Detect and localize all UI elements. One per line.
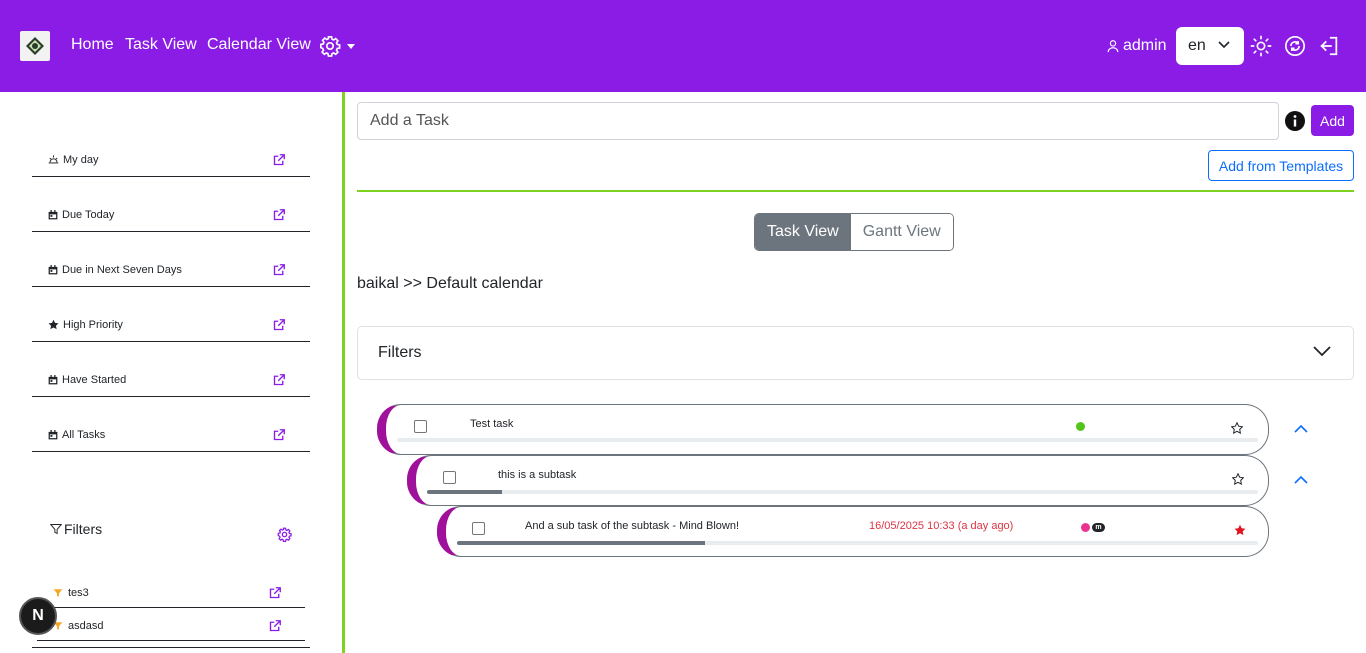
filters-title: Filters <box>64 521 103 537</box>
task-checkbox[interactable] <box>472 522 485 535</box>
nav-calendar-view-link[interactable]: Calendar View <box>207 36 311 54</box>
star-icon <box>48 319 59 330</box>
sidebar-item-label: Due Today <box>62 208 115 221</box>
view-toggle: Task View Gantt View <box>754 213 954 251</box>
task-due-date: 16/05/2025 10:33 (a day ago) <box>869 520 1014 532</box>
chevron-down-icon <box>1218 41 1230 49</box>
sidebar-item-label: My day <box>63 153 99 166</box>
gear-icon[interactable] <box>277 527 292 542</box>
sidebar-item-all-tasks[interactable]: All Tasks <box>32 418 310 452</box>
external-link-icon[interactable] <box>273 209 285 221</box>
sidebar-divider-line <box>32 647 310 648</box>
calendar-icon <box>48 374 58 385</box>
gantt-view-toggle[interactable]: Gantt View <box>850 214 953 250</box>
info-icon[interactable] <box>1285 111 1305 131</box>
calendar-icon <box>48 429 58 440</box>
funnel-icon <box>53 588 63 597</box>
logo-icon <box>26 37 44 55</box>
star-outline-icon[interactable] <box>1231 422 1243 434</box>
language-value: en <box>1188 37 1206 54</box>
sidebar-item-label: High Priority <box>63 318 123 331</box>
user-icon <box>1107 40 1119 53</box>
add-task-button[interactable]: Add <box>1311 105 1354 136</box>
sidebar-item-my-day[interactable]: My day <box>32 143 310 177</box>
add-from-templates-button[interactable]: Add from Templates <box>1208 150 1354 181</box>
filter-item[interactable]: tes3 <box>37 578 305 608</box>
top-navbar: Home Task View Calendar View admin en <box>0 0 1366 92</box>
external-link-icon[interactable] <box>273 374 285 386</box>
external-link-icon[interactable] <box>273 429 285 441</box>
sidebar-item-have-started[interactable]: Have Started <box>32 363 310 397</box>
chevron-down-icon <box>347 43 355 49</box>
sidebar-item-due-next-seven-days[interactable]: Due in Next Seven Days <box>32 253 310 287</box>
nav-home-link[interactable]: Home <box>71 36 114 54</box>
task-checkbox[interactable] <box>414 420 427 433</box>
external-link-icon[interactable] <box>269 620 281 632</box>
external-link-icon[interactable] <box>273 319 285 331</box>
star-filled-icon[interactable] <box>1234 524 1246 536</box>
task-progress-bar <box>397 438 1258 442</box>
section-divider <box>357 190 1354 192</box>
nav-task-view-link[interactable]: Task View <box>125 36 197 54</box>
logout-icon[interactable] <box>1318 35 1340 57</box>
gear-icon <box>320 36 341 57</box>
chevron-up-icon[interactable] <box>1294 424 1308 433</box>
task-checkbox[interactable] <box>443 471 456 484</box>
sidebar-divider <box>342 92 345 653</box>
task-progress-bar <box>427 490 1258 494</box>
filters-accordion[interactable]: Filters <box>357 326 1354 380</box>
settings-dropdown[interactable] <box>319 35 355 57</box>
external-link-icon[interactable] <box>273 264 285 276</box>
external-link-icon[interactable] <box>273 154 285 166</box>
filter-item[interactable]: asdasd <box>37 611 305 641</box>
task-title[interactable]: And a sub task of the subtask - Mind Blo… <box>525 520 739 532</box>
sidebar-filters-heading: Filters <box>50 521 102 537</box>
add-task-input[interactable] <box>357 102 1279 140</box>
external-link-icon[interactable] <box>269 587 281 599</box>
task-progress-bar <box>457 541 1258 545</box>
user-menu[interactable]: admin <box>1106 37 1167 55</box>
status-dot-icon <box>1076 422 1085 431</box>
star-outline-icon[interactable] <box>1232 473 1244 485</box>
filter-item-label: tes3 <box>68 586 89 599</box>
sidebar-item-label: Have Started <box>62 373 127 386</box>
sidebar-item-label: Due in Next Seven Days <box>62 263 182 276</box>
chevron-up-icon[interactable] <box>1294 475 1308 484</box>
filter-item-label: asdasd <box>68 619 104 632</box>
task-title[interactable]: this is a subtask <box>498 469 576 481</box>
sun-icon[interactable] <box>1250 35 1272 57</box>
calendar-breadcrumb: baikal >> Default calendar <box>357 275 543 292</box>
app-logo[interactable] <box>20 31 50 61</box>
sidebar-item-due-today[interactable]: Due Today <box>32 198 310 232</box>
sidebar-item-label: All Tasks <box>62 428 106 441</box>
label-badge: m <box>1092 523 1105 532</box>
calendar-icon <box>48 209 58 220</box>
dev-badge[interactable]: N <box>19 597 57 635</box>
filters-accordion-label: Filters <box>378 344 422 361</box>
calendar-icon <box>48 264 58 275</box>
chevron-down-icon <box>1313 346 1331 357</box>
username-label: admin <box>1123 37 1167 54</box>
sun-horizon-icon <box>48 154 59 165</box>
task-title[interactable]: Test task <box>470 418 513 430</box>
funnel-icon <box>50 524 62 535</box>
sync-icon[interactable] <box>1284 35 1306 57</box>
task-view-toggle[interactable]: Task View <box>755 214 851 250</box>
sidebar-item-high-priority[interactable]: High Priority <box>32 308 310 342</box>
language-select[interactable]: en <box>1176 27 1244 65</box>
status-dot-icon <box>1081 523 1090 532</box>
